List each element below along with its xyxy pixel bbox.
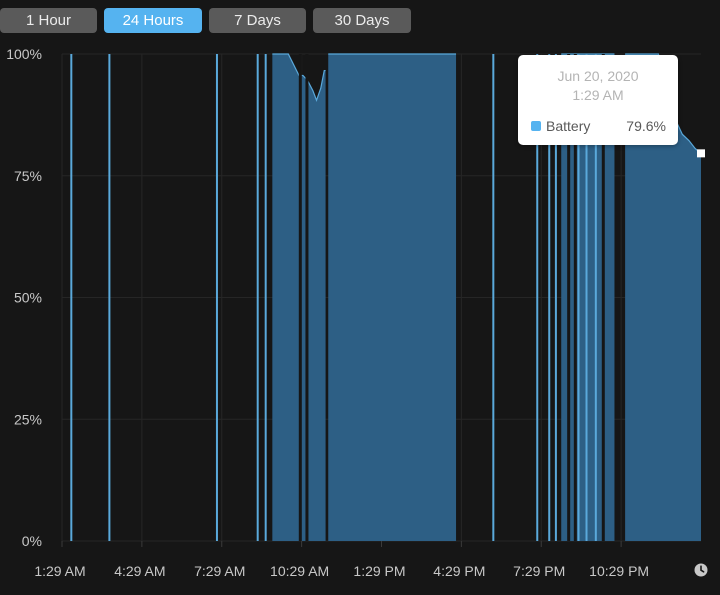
battery-spike [215, 54, 218, 541]
battery-gap [305, 54, 309, 541]
battery-spike [70, 54, 73, 541]
x-tick-label: 10:29 PM [589, 563, 649, 579]
tooltip-time: 1:29 AM [572, 87, 624, 103]
tooltip-series-value: 79.6% [626, 118, 666, 134]
x-tick-label: 4:29 AM [114, 563, 165, 579]
y-tick-label: 0% [22, 533, 42, 549]
x-tick-label: 7:29 AM [194, 563, 245, 579]
clock-icon[interactable] [694, 563, 708, 577]
tooltip-series-swatch [531, 121, 541, 131]
battery-spike [264, 54, 267, 541]
battery-history-window: 1 Hour 24 Hours 7 Days 30 Days 100% 75% 50… [0, 0, 720, 595]
chart-tooltip: Jun 20, 2020 1:29 AM Battery 79.6% [518, 55, 678, 145]
battery-spike [108, 54, 111, 541]
tooltip-date: Jun 20, 2020 [557, 68, 639, 84]
battery-area-segment [328, 54, 457, 541]
battery-spike [256, 54, 259, 541]
x-tick-label: 1:29 PM [353, 563, 405, 579]
x-tick-label: 7:29 PM [513, 563, 565, 579]
y-tick-label: 50% [14, 290, 42, 306]
y-tick-label: 25% [14, 411, 42, 427]
battery-gap [298, 54, 302, 541]
x-tick-label: 4:29 PM [433, 563, 485, 579]
tooltip-series-name: Battery [546, 118, 591, 134]
battery-spike [492, 54, 495, 541]
y-tick-label: 100% [6, 46, 42, 62]
y-tick-label: 75% [14, 168, 42, 184]
x-tick-label: 1:29 AM [34, 563, 85, 579]
x-tick-label: 10:29 AM [270, 563, 329, 579]
highlight-point [697, 149, 705, 158]
